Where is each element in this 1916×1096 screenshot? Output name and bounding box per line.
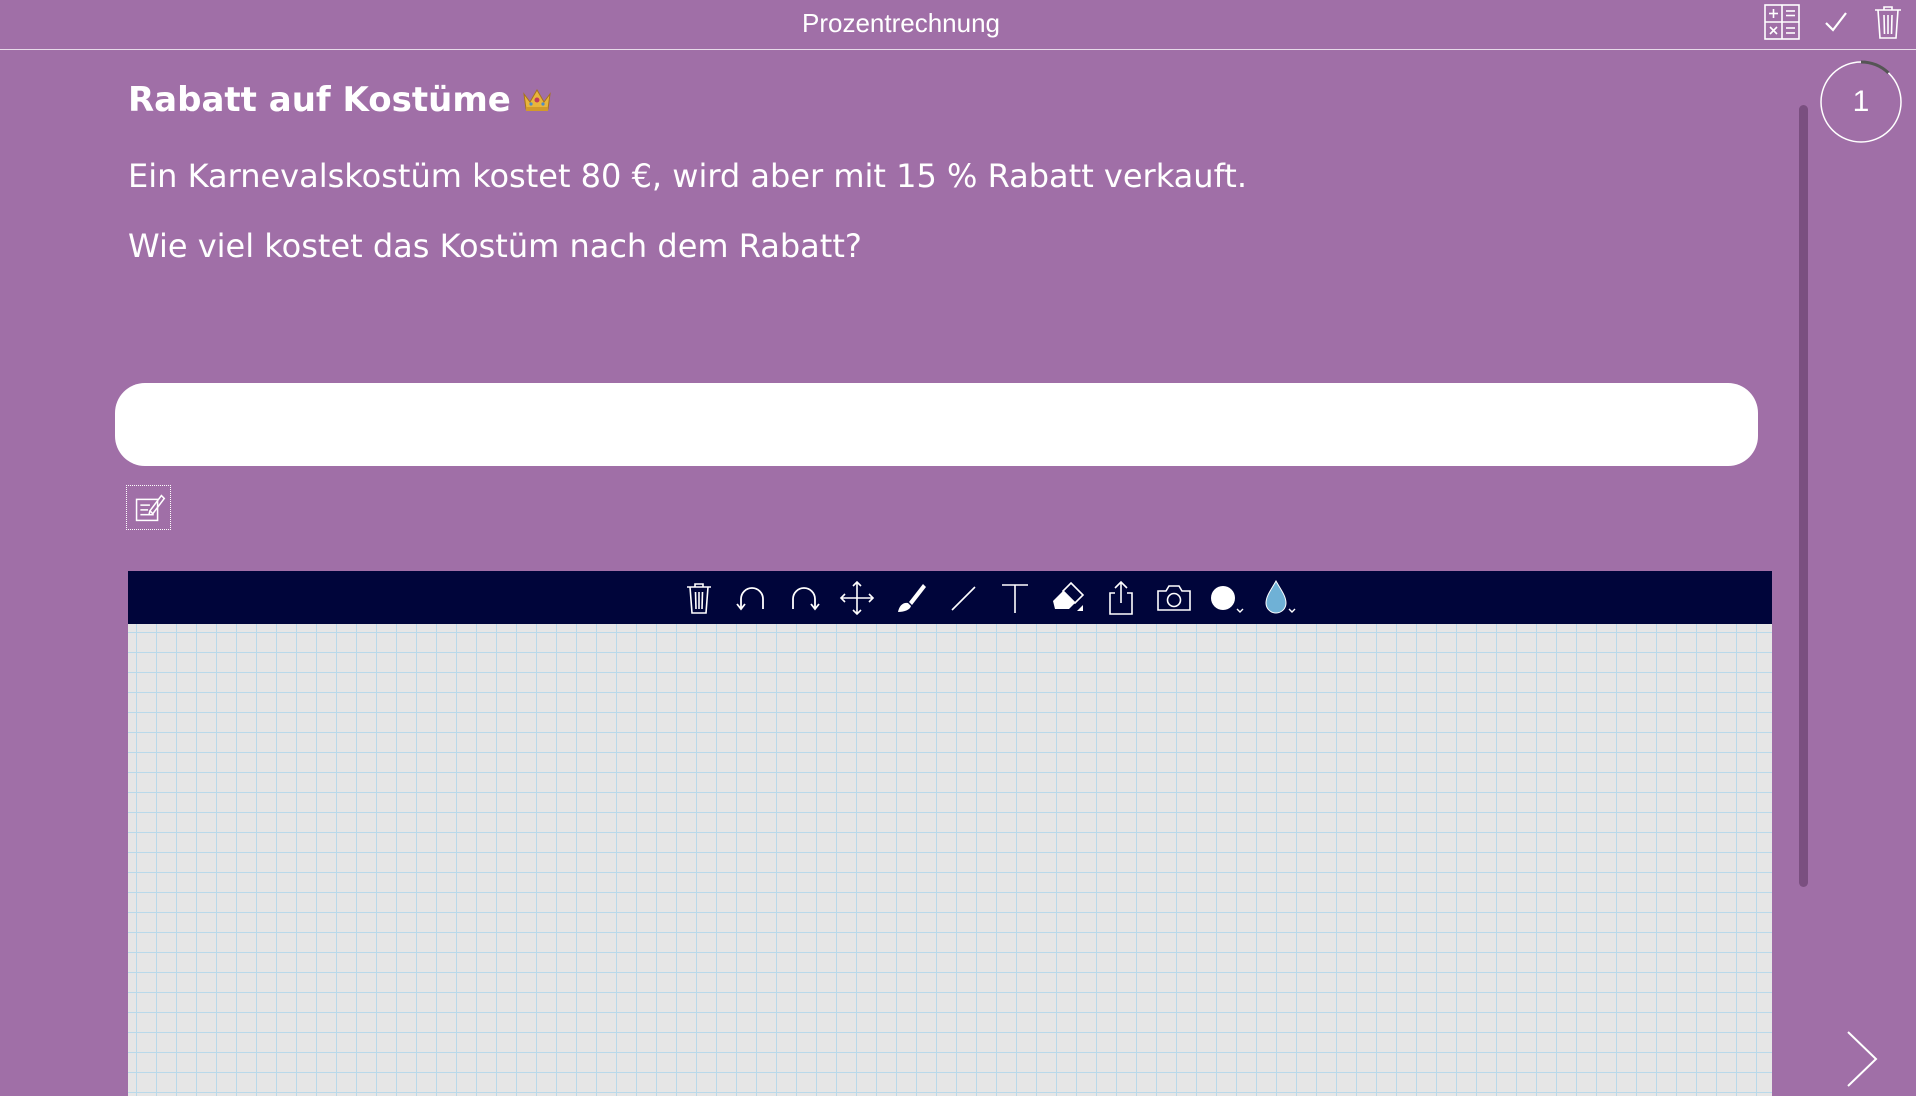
top-bar: Prozentrechnung [0, 0, 1916, 50]
undo-icon[interactable] [731, 577, 773, 619]
progress-indicator: 1 [1818, 59, 1904, 145]
crown-icon [521, 82, 553, 111]
exercise-title-text: Rabatt auf Kostüme [128, 80, 511, 120]
chevron-right-icon [1847, 1031, 1878, 1087]
exercise-number: 1 [1852, 85, 1870, 118]
eraser-icon[interactable] [1047, 577, 1089, 619]
calculator-icon[interactable] [1762, 2, 1802, 42]
edit-note-button[interactable] [126, 485, 171, 530]
check-icon[interactable] [1816, 2, 1856, 42]
brush-icon[interactable] [889, 577, 931, 619]
line-icon[interactable] [942, 577, 984, 619]
camera-icon[interactable] [1153, 577, 1195, 619]
exercise-title: Rabatt auf Kostüme [128, 80, 553, 120]
redo-icon[interactable] [783, 577, 825, 619]
color-drop-icon[interactable] [1258, 577, 1300, 619]
trash-icon[interactable] [678, 577, 720, 619]
stroke-width-icon[interactable] [1206, 577, 1248, 619]
answer-input[interactable] [115, 383, 1758, 466]
exercise-question: Wie viel kostet das Kostüm nach dem Raba… [128, 227, 862, 265]
exercise-statement: Ein Karnevalskostüm kostet 80 €, wird ab… [128, 157, 1247, 195]
app-title: Prozentrechnung [801, 8, 1001, 38]
drawing-area [128, 571, 1772, 1096]
edit-note-icon [135, 494, 166, 522]
share-icon[interactable] [1100, 577, 1142, 619]
next-button[interactable] [1842, 1028, 1882, 1090]
move-icon[interactable] [836, 577, 878, 619]
drawing-toolbar [128, 571, 1772, 624]
text-icon[interactable] [994, 577, 1036, 619]
scrollbar-thumb[interactable] [1799, 105, 1808, 887]
trash-icon[interactable] [1868, 2, 1908, 42]
drawing-canvas[interactable] [128, 624, 1772, 1096]
